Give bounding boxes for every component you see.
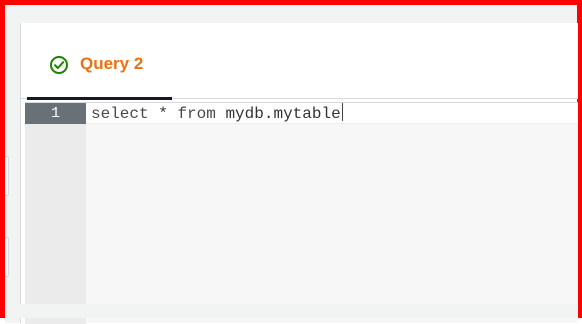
line-number-gutter: 1 bbox=[25, 103, 86, 324]
sql-keyword-from: from bbox=[177, 105, 216, 123]
sql-editor[interactable]: 1 select * from mydb.mytable bbox=[25, 102, 578, 324]
tab-query-2[interactable]: Query 2 bbox=[24, 23, 172, 100]
sql-code-line[interactable]: select * from mydb.mytable bbox=[91, 103, 343, 124]
active-tab-indicator bbox=[27, 97, 172, 100]
check-circle-icon bbox=[49, 55, 69, 75]
sql-star: * bbox=[158, 105, 168, 123]
top-strip bbox=[5, 5, 577, 24]
query-editor-panel: Query 2 1 select * from mydb.mytable bbox=[20, 23, 578, 324]
line-number: 1 bbox=[25, 103, 86, 124]
text-cursor bbox=[341, 103, 343, 121]
left-rail bbox=[5, 23, 20, 323]
left-rail-handle[interactable] bbox=[5, 237, 9, 277]
sql-keyword-select: select bbox=[91, 105, 149, 123]
tab-label: Query 2 bbox=[80, 54, 144, 73]
screenshot-frame: Query 2 1 select * from mydb.mytable bbox=[0, 0, 582, 324]
left-rail-handle[interactable] bbox=[5, 156, 9, 196]
bottom-gap bbox=[5, 304, 577, 318]
sql-table-name: mydb.mytable bbox=[225, 105, 341, 123]
query-tabs: Query 2 bbox=[21, 23, 578, 100]
